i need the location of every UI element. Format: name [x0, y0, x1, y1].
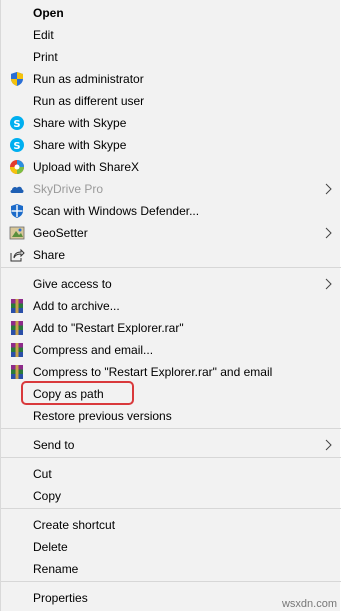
menu-item-label: Print: [33, 50, 58, 64]
sharex-icon: [9, 159, 25, 175]
watermark: wsxdn.com: [281, 598, 337, 610]
context-menu: Open Edit Print Run as administrator Run…: [0, 0, 341, 611]
menu-item-label: Copy: [33, 489, 62, 503]
menu-item-label: Add to "Restart Explorer.rar": [33, 321, 184, 335]
menu-item-label: Upload with ShareX: [33, 160, 140, 174]
menu-item-label: Give access to: [33, 277, 112, 291]
menu-item-label: Properties: [33, 591, 88, 605]
menu-item-restore-previous-versions[interactable]: Restore previous versions: [1, 405, 341, 427]
svg-text:S: S: [13, 119, 20, 130]
menu-item-label: Share with Skype: [33, 116, 127, 130]
menu-item-label: Share: [33, 248, 66, 262]
chevron-right-icon: [323, 183, 333, 195]
menu-item-scan-with-windows-defender[interactable]: Scan with Windows Defender...: [1, 200, 341, 222]
menu-item-add-to-rar[interactable]: Add to "Restart Explorer.rar": [1, 317, 341, 339]
menu-item-label: Restore previous versions: [33, 409, 172, 423]
menu-item-label: Compress and email...: [33, 343, 154, 357]
menu-item-geosetter[interactable]: GeoSetter: [1, 222, 341, 244]
chevron-right-icon: [323, 278, 333, 290]
skype-icon: S: [9, 137, 25, 153]
menu-item-run-as-different-user[interactable]: Run as different user: [1, 90, 341, 112]
menu-item-label: Rename: [33, 562, 79, 576]
winrar-icon: [9, 342, 25, 358]
menu-item-rename[interactable]: Rename: [1, 558, 341, 580]
menu-item-compress-to-rar-and-email[interactable]: Compress to "Restart Explorer.rar" and e…: [1, 361, 341, 383]
menu-item-delete[interactable]: Delete: [1, 536, 341, 558]
uac-shield-icon: [9, 71, 25, 87]
menu-item-label: Share with Skype: [33, 138, 127, 152]
menu-item-label: Send to: [33, 438, 75, 452]
menu-item-label: Open: [33, 6, 64, 20]
menu-item-edit[interactable]: Edit: [1, 24, 341, 46]
menu-separator: [1, 508, 341, 509]
menu-separator: [1, 581, 341, 582]
winrar-icon: [9, 298, 25, 314]
menu-separator: [1, 428, 341, 429]
chevron-right-icon: [323, 227, 333, 239]
skype-icon: S: [9, 115, 25, 131]
menu-item-label: Scan with Windows Defender...: [33, 204, 200, 218]
menu-item-share-with-skype[interactable]: S Share with Skype: [1, 112, 341, 134]
menu-item-label: Run as administrator: [33, 72, 144, 86]
menu-item-share[interactable]: Share: [1, 244, 341, 266]
menu-item-send-to[interactable]: Send to: [1, 434, 341, 456]
defender-icon: [9, 203, 25, 219]
skydrive-icon: [9, 181, 25, 197]
menu-item-label: Run as different user: [33, 94, 145, 108]
menu-item-label: Cut: [33, 467, 52, 481]
menu-item-run-as-administrator[interactable]: Run as administrator: [1, 68, 341, 90]
menu-item-label: Edit: [33, 28, 54, 42]
menu-item-open[interactable]: Open: [1, 2, 341, 24]
geosetter-icon: [9, 225, 25, 241]
menu-item-share-with-skype-2[interactable]: S Share with Skype: [1, 134, 341, 156]
menu-item-label: GeoSetter: [33, 226, 88, 240]
menu-item-copy[interactable]: Copy: [1, 485, 341, 507]
winrar-icon: [9, 364, 25, 380]
menu-item-label: Create shortcut: [33, 518, 116, 532]
menu-item-label: Delete: [33, 540, 68, 554]
menu-item-label: SkyDrive Pro: [33, 182, 104, 196]
menu-separator: [1, 457, 341, 458]
menu-item-cut[interactable]: Cut: [1, 463, 341, 485]
highlight-box: [21, 381, 134, 405]
menu-separator: [1, 267, 341, 268]
chevron-right-icon: [323, 439, 333, 451]
menu-item-print[interactable]: Print: [1, 46, 341, 68]
menu-item-create-shortcut[interactable]: Create shortcut: [1, 514, 341, 536]
menu-item-label: Compress to "Restart Explorer.rar" and e…: [33, 365, 273, 379]
menu-item-skydrive-pro[interactable]: SkyDrive Pro: [1, 178, 341, 200]
svg-text:S: S: [13, 141, 20, 152]
menu-item-compress-and-email[interactable]: Compress and email...: [1, 339, 341, 361]
menu-item-add-to-archive[interactable]: Add to archive...: [1, 295, 341, 317]
menu-item-upload-with-sharex[interactable]: Upload with ShareX: [1, 156, 341, 178]
winrar-icon: [9, 320, 25, 336]
share-icon: [9, 247, 25, 263]
menu-item-give-access-to[interactable]: Give access to: [1, 273, 341, 295]
menu-item-label: Add to archive...: [33, 299, 120, 313]
